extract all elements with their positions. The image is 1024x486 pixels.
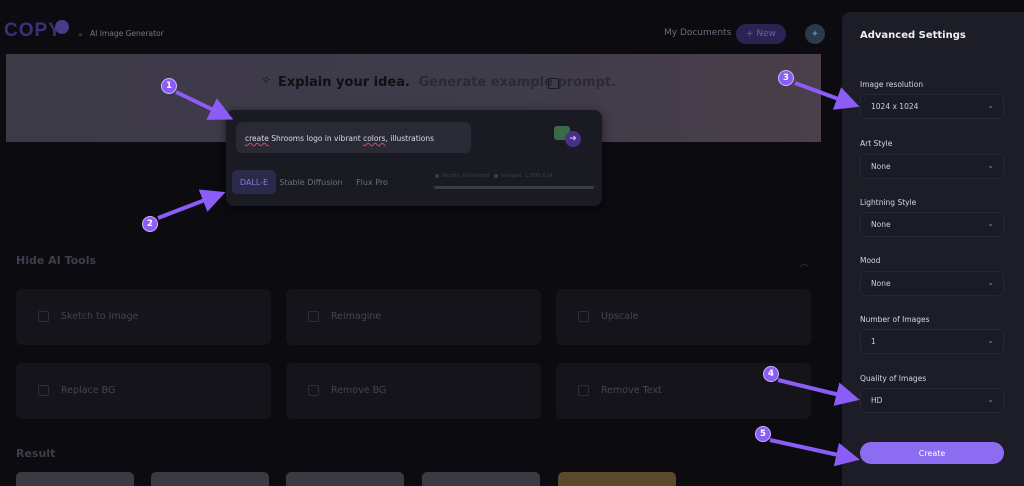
result-thumbnail[interactable] [558,472,676,486]
image-resolution-label: Image resolution [860,80,924,89]
select-value: None [871,220,891,229]
chevron-up-icon[interactable]: ︿ [800,256,809,269]
select-value: HD [871,396,883,405]
top-bar: COPY » AI Image Generator My Documents +… [0,0,840,54]
step-marker-4: 4 [763,366,779,382]
art-style-label: Art Style [860,139,893,148]
chevron-down-icon: ⌄ [987,395,994,404]
usage-progress-bar [434,186,594,189]
dot-icon [494,173,499,178]
tab-flux-pro[interactable]: Flux Pro [354,170,390,194]
prompt-word-2: Shrooms logo in vibrant [268,134,364,143]
step-marker-5: 5 [755,426,771,442]
document-icon[interactable] [548,78,559,89]
banner-title-main: Explain your idea. [278,75,410,90]
trash-icon [308,385,319,396]
tool-label: Remove BG [331,385,387,396]
result-title: Result [16,447,56,460]
mood-select[interactable]: None ⌄ [860,271,1004,296]
result-thumbnail[interactable] [151,472,269,486]
logo-rocket-icon [55,20,69,34]
chevron-down-icon: ⌄ [987,219,994,228]
prompt-word-1: create [245,134,269,143]
usage-meta: Words Unlimited Images 1,000,624 [435,173,553,179]
select-value: 1 [871,337,876,346]
chevron-down-icon: ⌄ [987,336,994,345]
prompt-word-3: colors [363,134,386,143]
art-style-select[interactable]: None ⌄ [860,154,1004,179]
number-of-images-label: Number of Images [860,315,930,324]
tool-remove-bg[interactable]: Remove BG [286,363,541,419]
text-icon [578,385,589,396]
new-button[interactable]: + New [736,24,786,44]
tab-dalle[interactable]: DALL-E [232,170,276,194]
annotation-arrow-5 [769,438,860,467]
prompt-text[interactable]: create Shrooms logo in vibrant colors, i… [245,134,434,143]
tool-replace-bg[interactable]: Replace BG [16,363,271,419]
words-label: Words [442,173,460,179]
tool-upscale[interactable]: Upscale [556,289,811,345]
tab-stable-diffusion[interactable]: Stable Diffusion [279,170,343,194]
step-marker-1: 1 [161,78,177,94]
generate-prompt-control[interactable]: ➜ [554,126,584,148]
usage-progress-fill [434,186,594,189]
generate-example-prompt-link[interactable]: Generate example prompt. [418,75,616,90]
arrow-right-icon[interactable]: ➜ [565,131,581,147]
tools-section-title[interactable]: Hide AI Tools [16,254,96,267]
reimagine-icon [308,311,319,322]
tool-label: Upscale [601,311,639,322]
dot-icon [435,173,439,178]
images-value: 1,000,624 [524,173,553,179]
tool-label: Reimagine [331,311,382,322]
create-button[interactable]: Create [860,442,1004,464]
select-value: None [871,279,891,288]
select-value: 1024 x 1024 [871,102,919,111]
tool-label: Remove Text [601,385,662,396]
chevron-down-icon: ⌄ [987,278,994,287]
banner-title: Explain your idea. Generate example prom… [260,75,616,90]
tool-reimagine[interactable]: Reimagine [286,289,541,345]
words-value: Unlimited [462,173,490,179]
tool-label: Sketch to Image [61,311,139,322]
mood-label: Mood [860,256,881,265]
images-label: Images [501,173,522,179]
number-of-images-select[interactable]: 1 ⌄ [860,329,1004,354]
logo[interactable]: COPY [4,20,62,42]
prompt-word-4: , illustrations [385,134,435,143]
grid-icon [38,385,49,396]
step-marker-2: 2 [142,216,158,232]
result-thumbnail[interactable] [16,472,134,486]
annotation-arrow-2 [157,189,226,220]
upscale-icon [578,311,589,322]
sparkle-icon[interactable]: ✦ [805,24,825,44]
advanced-settings-title: Advanced Settings [860,30,966,41]
sketch-icon [38,311,49,322]
tool-label: Replace BG [61,385,116,396]
lightning-style-select[interactable]: None ⌄ [860,212,1004,237]
result-thumbnail[interactable] [422,472,540,486]
lightning-style-label: Lightning Style [860,198,917,207]
chevron-down-icon: ⌄ [987,101,994,110]
chevron-down-icon: ⌄ [987,161,994,170]
breadcrumb-separator: » [78,30,83,39]
result-thumbnail[interactable] [286,472,404,486]
select-value: None [871,162,891,171]
step-marker-3: 3 [778,70,794,86]
breadcrumb[interactable]: AI Image Generator [90,29,164,38]
quality-of-images-select[interactable]: HD ⌄ [860,388,1004,413]
my-documents-link[interactable]: My Documents [664,28,731,38]
tool-sketch-to-image[interactable]: Sketch to Image [16,289,271,345]
quality-of-images-label: Quality of Images [860,374,927,383]
image-resolution-select[interactable]: 1024 x 1024 ⌄ [860,94,1004,119]
